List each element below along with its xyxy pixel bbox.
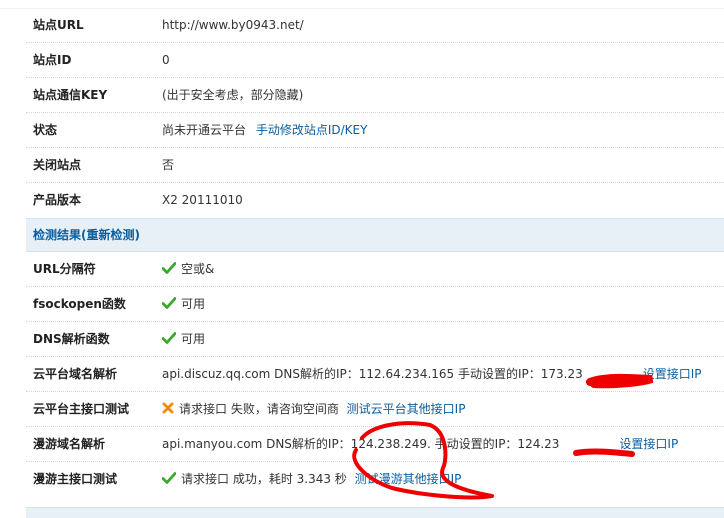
- row-manyou-domain-resolve: 漫游域名解析 api.manyou.com DNS解析的IP：124.238.2…: [26, 427, 724, 462]
- manyou-main-api-test-value: 请求接口 成功，耗时 3.343 秒: [181, 472, 347, 486]
- site-url-value: http://www.by0943.net/: [162, 18, 304, 32]
- edit-site-id-key-link[interactable]: 手动修改站点ID/KEY: [256, 123, 368, 137]
- fsockopen-value: 可用: [181, 297, 206, 311]
- check-icon: [162, 262, 176, 274]
- row-site-url: 站点URL http://www.by0943.net/: [26, 8, 724, 43]
- bottom-strip: [26, 507, 724, 518]
- x-icon: [162, 402, 174, 414]
- site-closed-label: 关闭站点: [33, 158, 82, 172]
- row-product-version: 产品版本 X2 20111010: [26, 183, 724, 218]
- row-dns-function: DNS解析函数 可用: [26, 322, 724, 357]
- site-key-value: (出于安全考虑，部分隐藏): [162, 88, 304, 102]
- url-separator-value-group: 空或&: [162, 252, 214, 286]
- cloud-domain-resolve-value-group: api.discuz.qq.com DNS解析的IP：112.64.234.16…: [162, 357, 702, 391]
- row-site-id: 站点ID 0: [26, 43, 724, 78]
- cloud-main-api-test-value: 请求接口 失败，请咨询空间商: [179, 402, 339, 416]
- cloud-main-api-test-label: 云平台主接口测试: [33, 402, 130, 416]
- status-label: 状态: [33, 123, 58, 137]
- row-cloud-domain-resolve: 云平台域名解析 api.discuz.qq.com DNS解析的IP：112.6…: [26, 357, 724, 392]
- check-results-title: 检测结果(重新检测): [33, 219, 140, 251]
- site-closed-value: 否: [162, 158, 175, 172]
- recheck-link[interactable]: (重新检测): [81, 228, 140, 242]
- manyou-main-api-test-value-group: 请求接口 成功，耗时 3.343 秒 测试漫游其他接口IP: [162, 462, 461, 496]
- status-value-group: 尚未开通云平台 手动修改站点ID/KEY: [162, 113, 367, 147]
- dns-function-value-group: 可用: [162, 322, 205, 356]
- cloud-domain-resolve-label: 云平台域名解析: [33, 367, 118, 381]
- status-value: 尚未开通云平台: [162, 123, 247, 137]
- row-cloud-main-api-test: 云平台主接口测试 请求接口 失败，请咨询空间商 测试云平台其他接口IP: [26, 392, 724, 427]
- row-site-closed: 关闭站点 否: [26, 148, 724, 183]
- check-icon: [162, 472, 176, 484]
- row-site-key: 站点通信KEY (出于安全考虑，部分隐藏): [26, 78, 724, 113]
- site-id-value: 0: [162, 53, 170, 67]
- site-key-label: 站点通信KEY: [33, 88, 108, 102]
- row-manyou-main-api-test: 漫游主接口测试 请求接口 成功，耗时 3.343 秒 测试漫游其他接口IP: [26, 462, 724, 497]
- fsockopen-value-group: 可用: [162, 287, 205, 321]
- cloud-set-api-ip-link[interactable]: 设置接口IP: [643, 367, 702, 381]
- manyou-domain-resolve-value: api.manyou.com DNS解析的IP：124.238.249. 手动设…: [162, 437, 560, 451]
- url-separator-label: URL分隔符: [33, 262, 96, 276]
- manyou-domain-resolve-label: 漫游域名解析: [33, 437, 106, 451]
- row-fsockopen: fsockopen函数 可用: [26, 287, 724, 322]
- test-manyou-other-api-ip-link[interactable]: 测试漫游其他接口IP: [355, 472, 462, 486]
- site-id-label: 站点ID: [33, 53, 72, 67]
- cloud-domain-resolve-value: api.discuz.qq.com DNS解析的IP：112.64.234.16…: [162, 367, 583, 381]
- check-results-header: 检测结果(重新检测): [26, 218, 724, 252]
- manyou-main-api-test-label: 漫游主接口测试: [33, 472, 118, 486]
- site-info-table: 站点URL http://www.by0943.net/ 站点ID 0 站点通信…: [26, 8, 724, 497]
- manyou-domain-resolve-value-group: api.manyou.com DNS解析的IP：124.238.249. 手动设…: [162, 427, 678, 461]
- row-url-separator: URL分隔符 空或&: [26, 252, 724, 287]
- cloud-main-api-test-value-group: 请求接口 失败，请咨询空间商 测试云平台其他接口IP: [162, 392, 465, 426]
- dns-function-label: DNS解析函数: [33, 332, 110, 346]
- dns-function-value: 可用: [181, 332, 206, 346]
- check-icon: [162, 297, 176, 309]
- cloud-platform-diagnostics-page: 站点URL http://www.by0943.net/ 站点ID 0 站点通信…: [0, 0, 724, 518]
- site-url-label: 站点URL: [33, 18, 84, 32]
- row-status: 状态 尚未开通云平台 手动修改站点ID/KEY: [26, 113, 724, 148]
- url-separator-value: 空或&: [181, 262, 215, 276]
- test-cloud-other-api-ip-link[interactable]: 测试云平台其他接口IP: [347, 402, 466, 416]
- check-results-title-text: 检测结果: [33, 228, 82, 242]
- product-version-label: 产品版本: [33, 193, 82, 207]
- product-version-value: X2 20111010: [162, 193, 243, 207]
- fsockopen-label: fsockopen函数: [33, 297, 126, 311]
- manyou-set-api-ip-link[interactable]: 设置接口IP: [619, 437, 678, 451]
- check-icon: [162, 332, 176, 344]
